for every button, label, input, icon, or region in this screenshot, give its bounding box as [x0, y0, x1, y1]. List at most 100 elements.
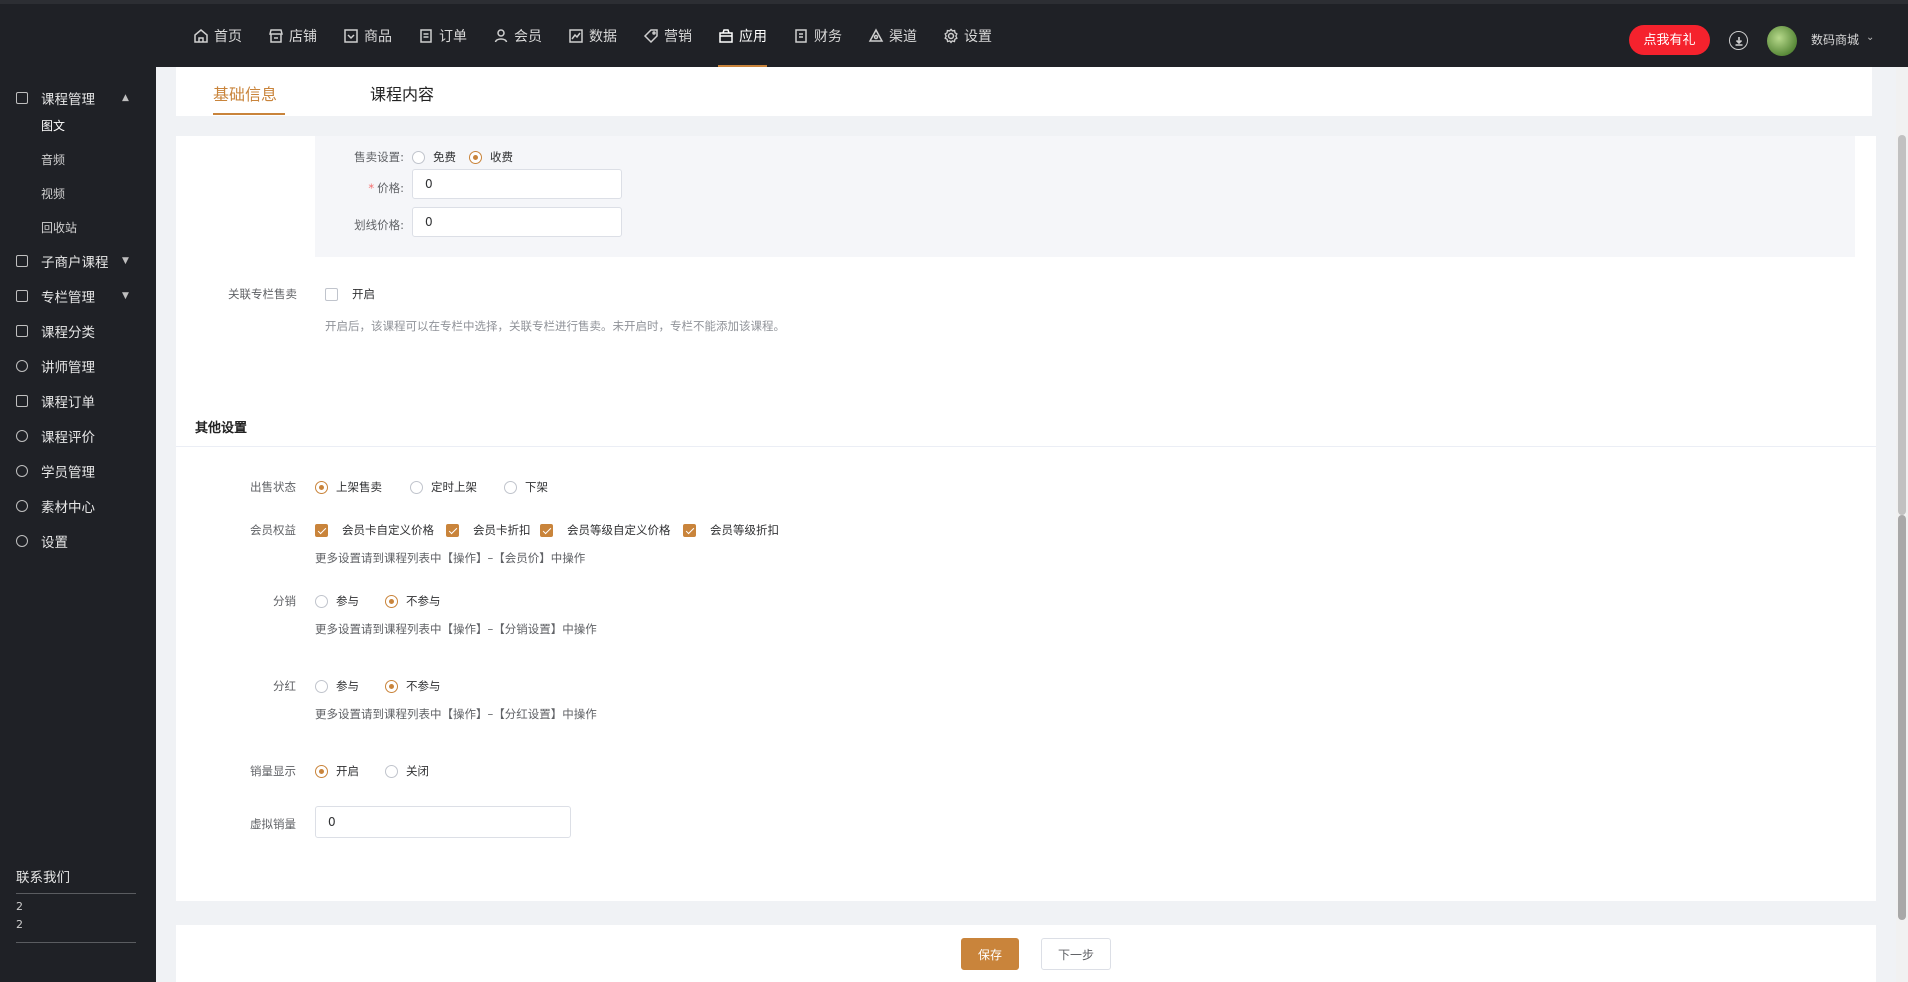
sidebar-item-column[interactable]: 专栏管理 ▼ — [0, 281, 156, 311]
top-navbar: 首页 店铺 商品 订单 会员 数据 营销 应用 财务 渠道 设置 点我有礼 数码… — [0, 0, 1908, 68]
sidebar-item-students[interactable]: 学员管理 — [0, 456, 156, 486]
divider — [16, 942, 136, 943]
chevron-down-icon[interactable]: ⌄ — [1866, 32, 1874, 43]
sidebar-sub-audio[interactable]: 音频 — [41, 151, 65, 168]
tab-basic-info[interactable]: 基础信息 — [213, 81, 277, 105]
tab-course-content[interactable]: 课程内容 — [370, 81, 434, 105]
radio-circle — [315, 480, 328, 494]
price-label: * 价格: — [368, 181, 404, 195]
price-input[interactable] — [412, 169, 622, 199]
radio-label: 下架 — [525, 480, 548, 494]
sidebar-item-label: 素材中心 — [41, 500, 95, 516]
radio-bonus-not-join[interactable]: 不参与 — [385, 678, 441, 694]
sidebar-sub-graphic[interactable]: 图文 — [41, 117, 65, 134]
sidebar-item-label: 子商户课程 — [41, 255, 109, 271]
nav-channel[interactable]: 渠道 — [855, 4, 930, 67]
nav-order[interactable]: 订单 — [405, 4, 480, 67]
member-label: 会员权益 — [250, 523, 296, 537]
radio-on-sale[interactable]: 上架售卖 — [315, 479, 382, 495]
nav-marketing[interactable]: 营销 — [630, 4, 705, 67]
radio-label: 收费 — [490, 150, 513, 164]
nav-settings[interactable]: 设置 — [930, 4, 1005, 67]
card-header: 其他设置 — [176, 401, 1876, 447]
virtual-sales-input[interactable] — [315, 806, 571, 838]
contact-value: 2 — [16, 900, 23, 913]
gift-button[interactable]: 点我有礼 — [1629, 25, 1710, 55]
radio-off-shelf[interactable]: 下架 — [504, 479, 548, 495]
scrollbar-thumb[interactable] — [1898, 135, 1906, 515]
radio-label: 参与 — [336, 594, 359, 608]
tab-underline — [213, 113, 285, 115]
avatar[interactable] — [1767, 26, 1797, 56]
checkbox-card-custom-price[interactable]: 会员卡自定义价格 — [315, 522, 434, 538]
sidebar-item-materials[interactable]: 素材中心 — [0, 491, 156, 521]
radio-scheduled[interactable]: 定时上架 — [410, 479, 477, 495]
nav-member[interactable]: 会员 — [480, 4, 555, 67]
radio-dist-join[interactable]: 参与 — [315, 593, 359, 609]
sidebar-item-label: 课程评价 — [41, 430, 95, 446]
radio-circle — [469, 150, 482, 164]
nav-label: 财务 — [814, 28, 842, 45]
radio-paid[interactable]: 收费 — [469, 149, 513, 165]
nav-label: 店铺 — [289, 28, 317, 45]
checkbox-level-custom-price[interactable]: 会员等级自定义价格 — [540, 522, 671, 538]
divider — [16, 893, 136, 894]
tag-icon — [643, 28, 659, 44]
nav-goods[interactable]: 商品 — [330, 4, 405, 67]
nav-label: 应用 — [739, 28, 767, 45]
radio-circle — [410, 480, 423, 494]
user-icon — [493, 28, 509, 44]
nav-label: 订单 — [439, 28, 467, 45]
bonus-tip: 更多设置请到课程列表中【操作】–【分红设置】中操作 — [315, 707, 597, 721]
checkbox-label: 会员等级折扣 — [710, 523, 779, 537]
radio-dist-not-join[interactable]: 不参与 — [385, 593, 441, 609]
store-icon — [268, 28, 284, 44]
save-button[interactable]: 保存 — [961, 938, 1019, 970]
next-step-button[interactable]: 下一步 — [1041, 938, 1111, 970]
radio-label: 免费 — [433, 150, 456, 164]
scrollbar-thumb-active[interactable] — [1898, 515, 1906, 920]
checkbox-box — [683, 523, 696, 537]
sidebar-sub-video[interactable]: 视频 — [41, 185, 65, 202]
book-icon — [16, 255, 28, 267]
shop-name[interactable]: 数码商城 — [1811, 31, 1859, 48]
nav-store[interactable]: 店铺 — [255, 4, 330, 67]
top-nav: 首页 店铺 商品 订单 会员 数据 营销 应用 财务 渠道 设置 — [180, 4, 1005, 68]
sidebar: 课程管理 ▲ 图文 音频 视频 回收站 子商户课程 ▼ 专栏管理 ▼ 课程分类 … — [0, 67, 156, 982]
nav-finance[interactable]: 财务 — [780, 4, 855, 67]
order-icon — [418, 28, 434, 44]
sidebar-item-teacher[interactable]: 讲师管理 — [0, 351, 156, 381]
sidebar-item-settings[interactable]: 设置 — [0, 526, 156, 556]
radio-free[interactable]: 免费 — [412, 149, 456, 165]
radio-sales-off[interactable]: 关闭 — [385, 763, 429, 779]
checkbox-column-enable[interactable]: 开启 — [325, 286, 375, 302]
sidebar-item-sub-merchant[interactable]: 子商户课程 ▼ — [0, 246, 156, 276]
sidebar-item-label: 学员管理 — [41, 465, 95, 481]
download-icon[interactable] — [1729, 31, 1748, 50]
goods-icon — [343, 28, 359, 44]
sidebar-sub-recycle[interactable]: 回收站 — [41, 219, 77, 236]
checkbox-level-discount[interactable]: 会员等级折扣 — [683, 522, 779, 538]
radio-bonus-join[interactable]: 参与 — [315, 678, 359, 694]
sidebar-item-reviews[interactable]: 课程评价 — [0, 421, 156, 451]
gear-icon — [16, 535, 28, 547]
column-label: 关联专栏售卖 — [228, 287, 297, 301]
checkbox-box — [446, 523, 459, 537]
sidebar-item-label: 课程分类 — [41, 325, 95, 341]
nav-app[interactable]: 应用 — [705, 4, 780, 68]
order-icon — [16, 395, 28, 407]
nav-data[interactable]: 数据 — [555, 4, 630, 67]
radio-label: 不参与 — [406, 679, 441, 693]
strike-price-input[interactable] — [412, 207, 622, 237]
nav-label: 会员 — [514, 28, 542, 45]
nav-home[interactable]: 首页 — [180, 4, 255, 67]
sidebar-item-orders[interactable]: 课程订单 — [0, 386, 156, 416]
chart-icon — [568, 28, 584, 44]
checkbox-card-discount[interactable]: 会员卡折扣 — [446, 522, 531, 538]
sidebar-item-category[interactable]: 课程分类 — [0, 316, 156, 346]
sidebar-item-label: 课程管理 — [41, 92, 95, 108]
radio-sales-on[interactable]: 开启 — [315, 763, 359, 779]
main-content: 基础信息 课程内容 售卖设置: 免费 收费 *价格: 划线价格: 关联专栏售卖 … — [156, 67, 1908, 982]
book-icon — [16, 92, 28, 104]
sidebar-item-course-manage[interactable]: 课程管理 ▲ — [0, 83, 156, 113]
